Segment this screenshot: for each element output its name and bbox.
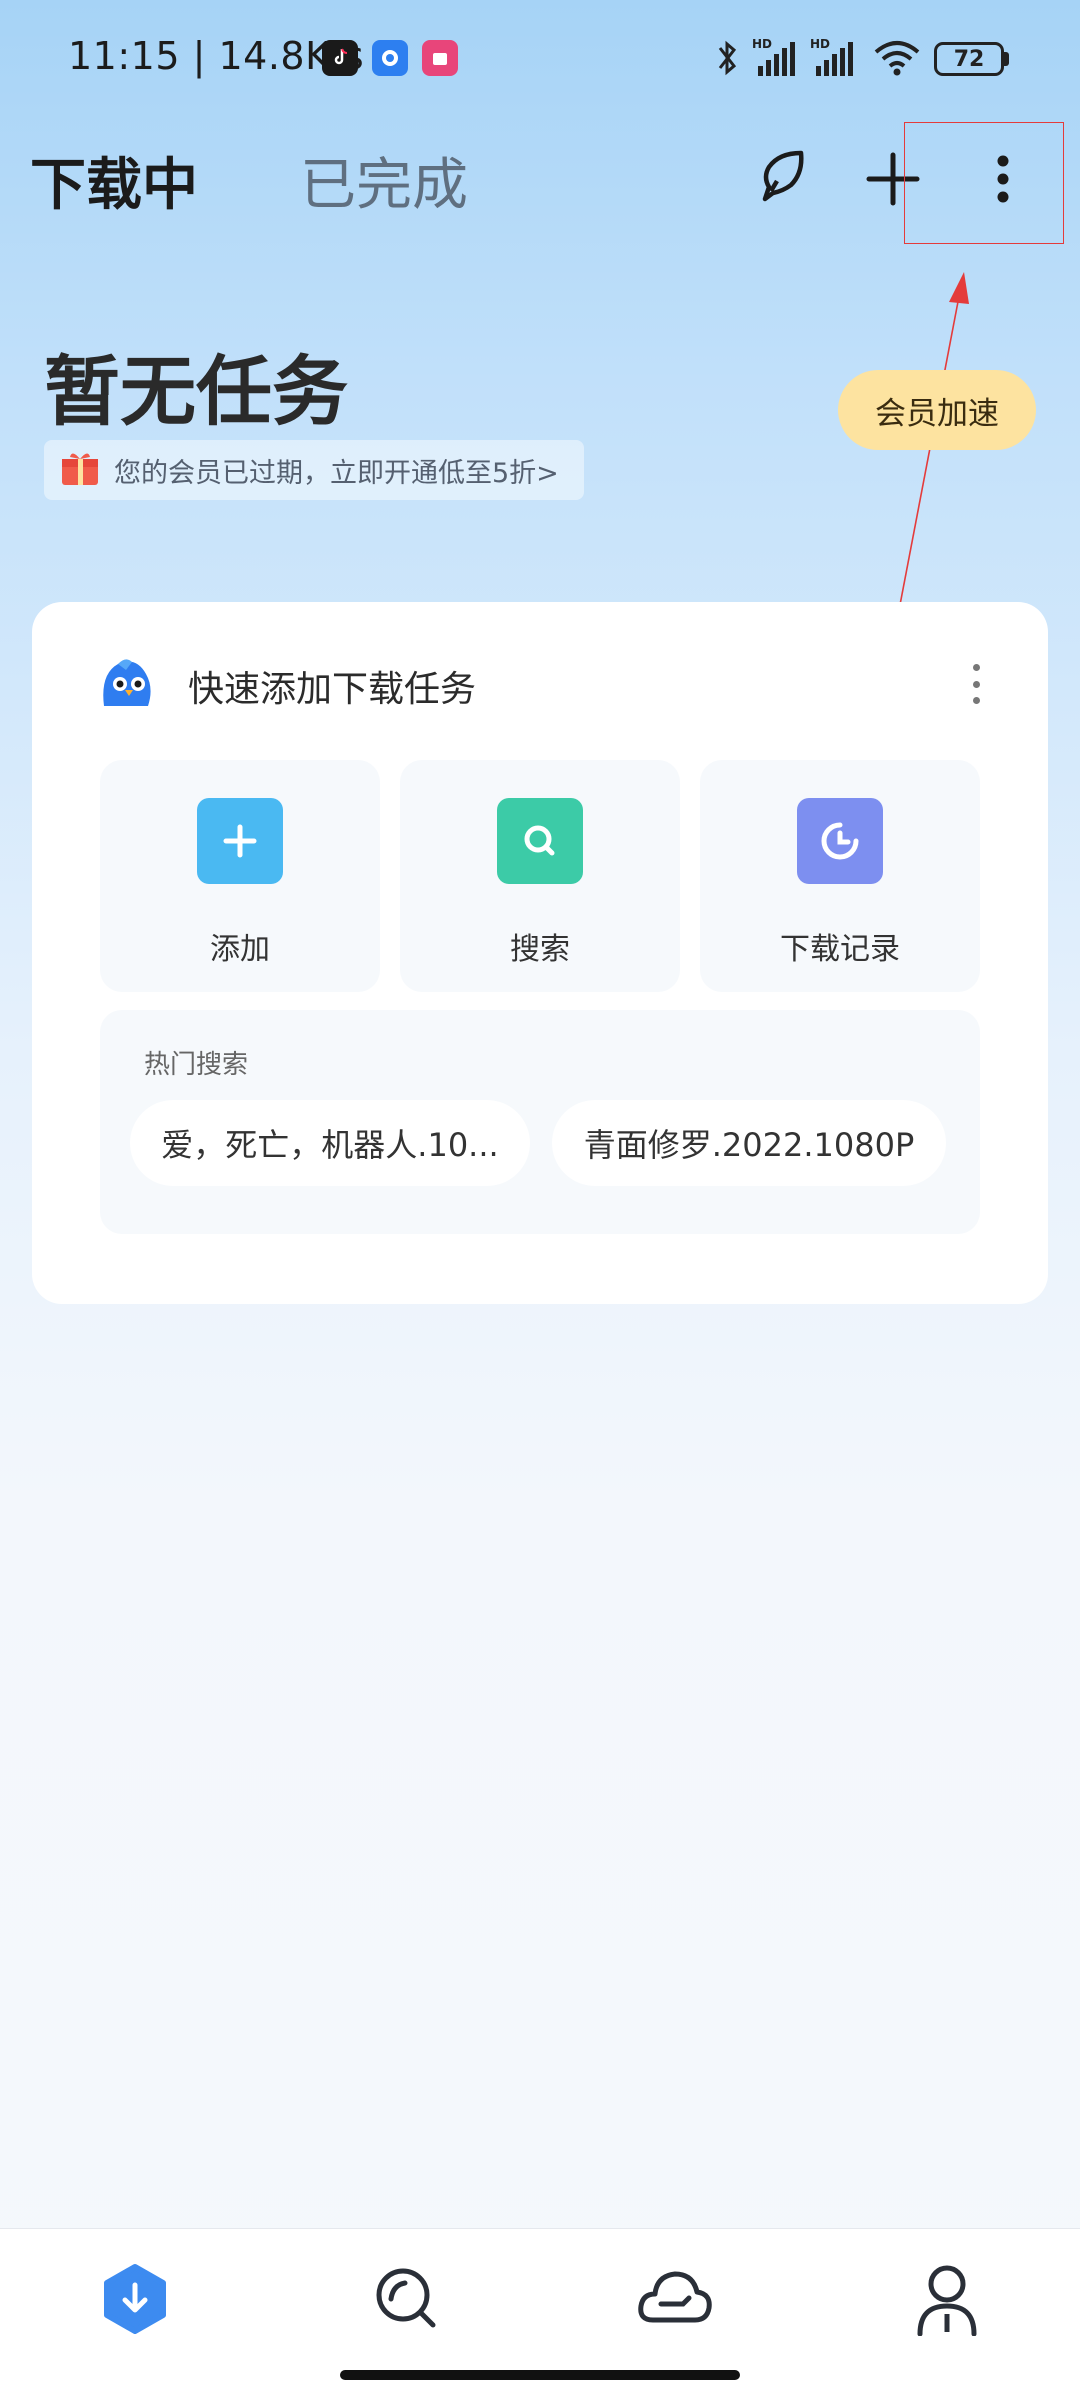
plus-icon: [197, 798, 283, 884]
download-history-tile[interactable]: 下载记录: [700, 760, 980, 992]
membership-promo-banner[interactable]: 您的会员已过期，立即开通低至5折>: [44, 440, 584, 500]
nav-profile-tab[interactable]: [902, 2256, 992, 2346]
search-icon: [497, 798, 583, 884]
person-icon: [914, 2262, 980, 2340]
magnifier-icon: [371, 2263, 443, 2339]
promo-text: 您的会员已过期，立即开通低至5折>: [114, 457, 559, 489]
vip-boost-button[interactable]: 会员加速: [838, 370, 1036, 450]
gift-icon: [60, 449, 100, 491]
add-tile-label: 添加: [210, 932, 270, 967]
card-more-icon[interactable]: [966, 664, 986, 704]
nav-discover-tab[interactable]: [362, 2256, 452, 2346]
bird-logo-icon: [96, 654, 156, 714]
download-icon: [101, 2263, 169, 2339]
home-indicator: [340, 2370, 740, 2380]
clock-icon: [797, 798, 883, 884]
download-history-label: 下载记录: [780, 932, 900, 967]
cloud-icon: [635, 2266, 715, 2336]
hot-search-chip[interactable]: 爱，死亡，机器人.10...: [130, 1100, 530, 1186]
empty-state-title: 暂无任务: [44, 347, 348, 436]
search-tile-label: 搜索: [510, 932, 570, 967]
nav-cloud-tab[interactable]: [630, 2256, 720, 2346]
nav-download-tab[interactable]: [90, 2256, 180, 2346]
hot-search-chip[interactable]: 青面修罗.2022.1080P: [552, 1100, 946, 1186]
quick-add-title: 快速添加下载任务: [188, 669, 477, 710]
search-tile[interactable]: 搜索: [400, 760, 680, 992]
add-tile[interactable]: 添加: [100, 760, 380, 992]
hot-search-heading: 热门搜索: [144, 1050, 249, 1080]
